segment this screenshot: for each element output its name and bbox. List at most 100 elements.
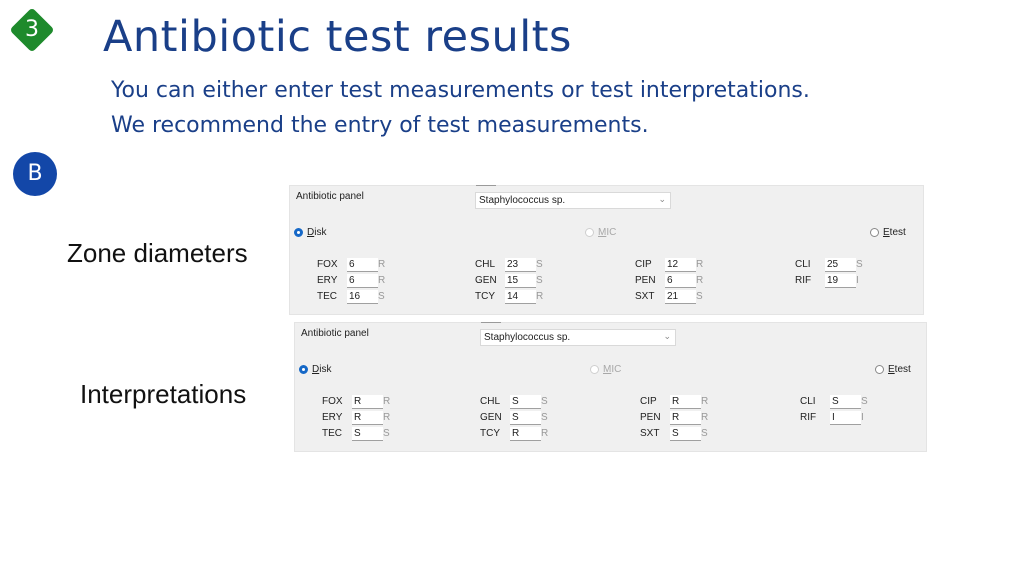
antibiotic-panel-label: Antibiotic panel	[296, 191, 364, 202]
organism-value: Staphylococcus sp.	[484, 332, 571, 343]
interpretation-value: R	[383, 412, 391, 423]
result-input[interactable]: 19	[825, 274, 856, 288]
interpretation-value: S	[701, 428, 708, 439]
interpretation-value: R	[383, 396, 391, 407]
result-input[interactable]: R	[510, 427, 541, 441]
section-badge: B	[13, 152, 59, 198]
section-letter: B	[27, 161, 43, 186]
organism-dropdown[interactable]: Staphylococcus sp. ⌄	[475, 192, 671, 209]
antibiotic-code: ERY	[317, 275, 338, 286]
result-input[interactable]: 16	[347, 290, 378, 304]
result-input[interactable]: S	[670, 427, 701, 441]
result-input[interactable]: 21	[665, 290, 696, 304]
organism-value: Staphylococcus sp.	[479, 195, 566, 206]
antibiotic-row: TCY 14 R	[475, 289, 555, 305]
antibiotic-row: CHL S S	[480, 394, 560, 410]
radio-icon	[875, 365, 884, 374]
disk-radio-label: Disk	[312, 364, 332, 375]
interpretation-value: R	[696, 275, 704, 286]
antibiotic-code: TEC	[322, 428, 342, 439]
mic-radio[interactable]: MIC	[585, 227, 616, 238]
antibiotic-code: TCY	[480, 428, 500, 439]
result-input[interactable]: 23	[505, 258, 536, 272]
antibiotic-row: CLI 25 S	[795, 257, 875, 273]
result-input[interactable]: R	[670, 411, 701, 425]
interpretation-value: S	[378, 291, 385, 302]
antibiotic-row: ERY 6 R	[317, 273, 397, 289]
antibiotic-row: PEN R R	[640, 410, 720, 426]
subtitle-line-2: We recommend the entry of test measureme…	[111, 113, 649, 138]
result-input[interactable]: S	[510, 411, 541, 425]
chevron-down-icon: ⌄	[658, 194, 666, 204]
antibiotic-code: FOX	[322, 396, 343, 407]
antibiotic-code: CIP	[640, 396, 657, 407]
antibiotic-code: TEC	[317, 291, 337, 302]
chevron-down-icon: ⌄	[663, 331, 671, 341]
antibiotic-code: PEN	[635, 275, 656, 286]
antibiotic-code: RIF	[800, 412, 817, 423]
result-input[interactable]: 6	[347, 258, 378, 272]
result-input[interactable]: 15	[505, 274, 536, 288]
antibiotic-code: ERY	[322, 412, 343, 423]
organism-dropdown[interactable]: Staphylococcus sp. ⌄	[480, 329, 676, 346]
result-input[interactable]: R	[352, 411, 383, 425]
radio-icon	[590, 365, 599, 374]
interpretation-value: S	[856, 259, 863, 270]
zone-diameters-panel: Antibiotic panel Staphylococcus sp. ⌄ Disk M…	[289, 185, 924, 315]
etest-radio[interactable]: Etest	[870, 227, 906, 238]
interpretation-value: I	[861, 412, 864, 423]
antibiotic-code: GEN	[475, 275, 497, 286]
interpretation-value: S	[536, 275, 543, 286]
result-input[interactable]: 25	[825, 258, 856, 272]
result-input[interactable]: S	[352, 427, 383, 441]
interpretation-value: R	[696, 259, 704, 270]
etest-radio[interactable]: Etest	[875, 364, 911, 375]
result-input[interactable]: S	[510, 395, 541, 409]
result-input[interactable]: 6	[347, 274, 378, 288]
interpretation-value: R	[536, 291, 544, 302]
disk-radio[interactable]: Disk	[294, 227, 326, 238]
etest-radio-label: Etest	[883, 227, 906, 238]
etest-radio-label: Etest	[888, 364, 911, 375]
interpretation-value: S	[383, 428, 390, 439]
disk-radio[interactable]: Disk	[299, 364, 331, 375]
antibiotic-row: CHL 23 S	[475, 257, 555, 273]
result-input[interactable]: 12	[665, 258, 696, 272]
subtitle-line-1: You can either enter test measurements o…	[111, 78, 810, 103]
result-input[interactable]: I	[830, 411, 861, 425]
antibiotic-row: ERY R R	[322, 410, 402, 426]
antibiotic-row: SXT 21 S	[635, 289, 715, 305]
interpretation-value: R	[701, 412, 709, 423]
interpretation-value: R	[378, 259, 386, 270]
interpretation-value: S	[861, 396, 868, 407]
antibiotic-code: TCY	[475, 291, 495, 302]
antibiotic-row: RIF I I	[800, 410, 880, 426]
antibiotic-row: FOX 6 R	[317, 257, 397, 273]
antibiotic-code: CLI	[800, 396, 816, 407]
antibiotic-row: RIF 19 I	[795, 273, 875, 289]
interpretation-value: S	[541, 396, 548, 407]
antibiotic-row: TEC 16 S	[317, 289, 397, 305]
mic-radio-label: MIC	[603, 364, 622, 375]
result-input[interactable]: 6	[665, 274, 696, 288]
step-number: 3	[25, 17, 39, 42]
antibiotic-row: GEN S S	[480, 410, 560, 426]
antibiotic-code: GEN	[480, 412, 502, 423]
result-input[interactable]: 14	[505, 290, 536, 304]
mic-radio[interactable]: MIC	[590, 364, 621, 375]
antibiotic-code: FOX	[317, 259, 338, 270]
interpretations-panel: Antibiotic panel Staphylococcus sp. ⌄ Disk M…	[294, 322, 927, 452]
interpretations-label: Interpretations	[80, 379, 247, 409]
disk-radio-label: Disk	[307, 227, 327, 238]
antibiotic-row: GEN 15 S	[475, 273, 555, 289]
result-input[interactable]: S	[830, 395, 861, 409]
page-title: Antibiotic test results	[103, 12, 572, 62]
interpretation-value: R	[701, 396, 709, 407]
radio-icon	[585, 228, 594, 237]
antibiotic-panel-label: Antibiotic panel	[301, 328, 369, 339]
antibiotic-row: CIP 12 R	[635, 257, 715, 273]
antibiotic-row: CLI S S	[800, 394, 880, 410]
result-input[interactable]: R	[670, 395, 701, 409]
result-input[interactable]: R	[352, 395, 383, 409]
interpretation-value: S	[536, 259, 543, 270]
